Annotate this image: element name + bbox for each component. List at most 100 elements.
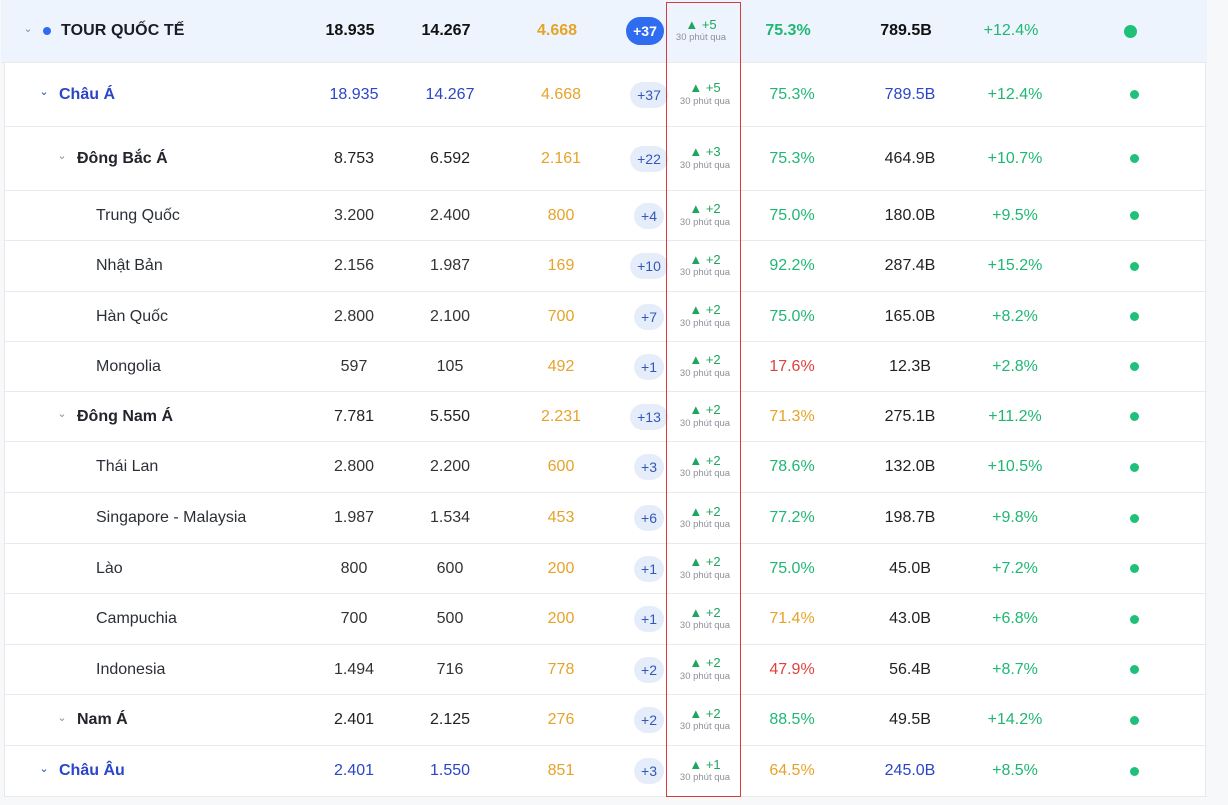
delta-badge: +2 bbox=[634, 656, 664, 683]
trend-cell: ▲ +2 30 phút qua bbox=[669, 544, 741, 593]
chevron-down-icon[interactable]: ⌄ bbox=[37, 85, 51, 98]
table-row[interactable]: ⌄ Đông Nam Á 7.781 5.550 2.231 +13 ▲ +2 30 phút… bbox=[5, 392, 1207, 442]
total-value: 2.800 bbox=[333, 458, 375, 475]
occupancy-rate: 75.0% bbox=[769, 559, 815, 577]
table-row[interactable]: Hàn Quốc 2.800 2.100 700 +7 ▲ +2 30 phút qua 75… bbox=[5, 292, 1207, 342]
status-cell bbox=[1115, 241, 1153, 291]
chevron-down-icon[interactable]: ⌄ bbox=[55, 149, 69, 162]
remaining-value: 778 bbox=[547, 660, 575, 678]
total-value: 7.781 bbox=[333, 407, 375, 425]
revenue-value-cell: 287.4B bbox=[859, 241, 961, 291]
region-name: Lào bbox=[96, 559, 123, 577]
occupancy-rate: 64.5% bbox=[769, 762, 815, 779]
table-row[interactable]: Lào 800 600 200 +1 ▲ +2 30 phút qua 75.0% 45.0B +… bbox=[5, 544, 1207, 594]
revenue-value: 165.0B bbox=[884, 307, 936, 325]
trend-indicator: ▲ +3 30 phút qua bbox=[677, 145, 733, 171]
booked-value: 2.400 bbox=[429, 206, 471, 224]
table-row[interactable]: ⌄ Châu Á 18.935 14.267 4.668 +37 ▲ +5 30 phút q… bbox=[5, 63, 1207, 127]
delta-cell: +6 bbox=[623, 493, 675, 543]
trend-indicator: ▲ +1 30 phút qua bbox=[677, 757, 733, 784]
occupancy-rate: 75.3% bbox=[765, 22, 811, 39]
trend-timeframe: 30 phút qua bbox=[679, 772, 731, 784]
total-value: 2.401 bbox=[333, 762, 375, 779]
region-name-cell: ⌄ Nam Á bbox=[55, 695, 127, 745]
trend-cell: ▲ +2 30 phút qua bbox=[669, 292, 741, 341]
table-row[interactable]: Mongolia 597 105 492 +1 ▲ +2 30 phút qua 17.6% 1… bbox=[5, 342, 1207, 392]
occupancy-rate: 71.3% bbox=[769, 407, 815, 425]
table-row[interactable]: Trung Quốc 3.200 2.400 800 +4 ▲ +2 30 phút qua… bbox=[5, 191, 1207, 241]
delta-cell: +3 bbox=[623, 442, 675, 492]
status-dot-icon bbox=[1129, 614, 1139, 624]
table-row[interactable]: Singapore - Malaysia 1.987 1.534 453 +6 ▲ +2 3… bbox=[5, 493, 1207, 544]
table-row[interactable]: Thái Lan 2.800 2.200 600 +3 ▲ +2 30 phút qua 78… bbox=[5, 442, 1207, 493]
chevron-down-icon[interactable]: ⌄ bbox=[37, 762, 51, 775]
trend-cell: ▲ +1 30 phút qua bbox=[669, 746, 741, 796]
delta-badge: +4 bbox=[634, 202, 664, 229]
booked-value: 14.267 bbox=[421, 22, 471, 39]
revenue-value: 464.9B bbox=[884, 149, 936, 167]
total-value-cell: 3.200 bbox=[305, 191, 403, 240]
revenue-value-cell: 12.3B bbox=[859, 342, 961, 391]
status-dot-icon bbox=[1129, 261, 1139, 271]
trend-cell: ▲ +2 30 phút qua bbox=[669, 594, 741, 644]
revenue-value-cell: 198.7B bbox=[859, 493, 961, 543]
status-cell bbox=[1115, 63, 1153, 126]
table-row[interactable]: Nhật Bản 2.156 1.987 169 +10 ▲ +2 30 phút qua 9… bbox=[5, 241, 1207, 292]
trend-cell: ▲ +2 30 phút qua bbox=[669, 493, 741, 543]
revenue-value-cell: 245.0B bbox=[859, 746, 961, 796]
region-name: Mongolia bbox=[96, 357, 161, 375]
occupancy-rate: 92.2% bbox=[769, 257, 815, 274]
region-name-cell: Thái Lan bbox=[96, 442, 158, 492]
trend-cell: ▲ +5 30 phút qua bbox=[669, 63, 741, 126]
region-name: Châu Âu bbox=[59, 762, 125, 779]
trend-up-value: ▲ +2 bbox=[689, 302, 721, 318]
trend-indicator: ▲ +2 30 phút qua bbox=[677, 452, 733, 480]
occupancy-rate: 75.3% bbox=[769, 85, 815, 103]
revenue-value-cell: 56.4B bbox=[859, 645, 961, 694]
remaining-value-cell: 4.668 bbox=[509, 63, 613, 126]
delta-cell: +37 bbox=[619, 0, 671, 62]
revenue-value-cell: 132.0B bbox=[859, 442, 961, 492]
trend-timeframe: 30 phút qua bbox=[679, 620, 731, 632]
total-value-cell: 18.935 bbox=[305, 63, 403, 126]
trend-cell: ▲ +2 30 phút qua bbox=[669, 392, 741, 441]
remaining-value-cell: 600 bbox=[509, 442, 613, 492]
region-name: Trung Quốc bbox=[96, 206, 180, 224]
region-name: TOUR QUỐC TẾ bbox=[61, 22, 185, 39]
table-row[interactable]: ⌄ TOUR QUỐC TẾ 18.935 14.267 4.668 +37 ▲ +5 30 … bbox=[1, 0, 1207, 63]
chevron-down-icon[interactable]: ⌄ bbox=[55, 407, 69, 420]
status-cell bbox=[1111, 0, 1149, 62]
trend-up-value: ▲ +2 bbox=[689, 655, 721, 671]
status-cell bbox=[1115, 594, 1153, 644]
region-name-cell: ⌄ Đông Bắc Á bbox=[55, 127, 167, 190]
occupancy-rate: 88.5% bbox=[769, 711, 815, 728]
trend-timeframe: 30 phút qua bbox=[679, 670, 731, 682]
delta-cell: +4 bbox=[623, 191, 675, 240]
chevron-down-icon[interactable]: ⌄ bbox=[55, 711, 69, 724]
total-value-cell: 2.156 bbox=[305, 241, 403, 291]
trend-up-value: ▲ +2 bbox=[689, 452, 721, 468]
occupancy-rate-cell: 75.0% bbox=[747, 191, 837, 240]
status-cell bbox=[1115, 493, 1153, 543]
table-row[interactable]: Indonesia 1.494 716 778 +2 ▲ +2 30 phút qua 47.… bbox=[5, 645, 1207, 695]
booked-value: 1.550 bbox=[429, 762, 471, 779]
remaining-value: 851 bbox=[547, 762, 575, 779]
trend-timeframe: 30 phút qua bbox=[679, 468, 731, 480]
remaining-value-cell: 778 bbox=[509, 645, 613, 694]
delta-badge: +1 bbox=[634, 353, 664, 380]
table-row[interactable]: ⌄ Châu Âu 2.401 1.550 851 +3 ▲ +1 30 phút qua 64… bbox=[5, 746, 1207, 797]
trend-timeframe: 30 phút qua bbox=[679, 317, 731, 329]
region-name-cell: ⌄ TOUR QUỐC TẾ bbox=[21, 0, 185, 62]
growth-value: +6.8% bbox=[992, 610, 1038, 627]
total-value-cell: 2.800 bbox=[305, 292, 403, 341]
occupancy-rate-cell: 78.6% bbox=[747, 442, 837, 492]
chevron-down-icon[interactable]: ⌄ bbox=[21, 22, 35, 35]
table-row[interactable]: ⌄ Nam Á 2.401 2.125 276 +2 ▲ +2 30 phút qua 88.5… bbox=[5, 695, 1207, 746]
trend-indicator: ▲ +5 30 phút qua bbox=[673, 17, 729, 44]
table-row[interactable]: ⌄ Đông Bắc Á 8.753 6.592 2.161 +22 ▲ +3 30 phút… bbox=[5, 127, 1207, 191]
trend-timeframe: 30 phút qua bbox=[679, 267, 731, 279]
trend-up-value: ▲ +2 bbox=[689, 201, 721, 217]
revenue-value-cell: 43.0B bbox=[859, 594, 961, 644]
table-row[interactable]: Campuchia 700 500 200 +1 ▲ +2 30 phút qua 71.4%… bbox=[5, 594, 1207, 645]
trend-indicator: ▲ +2 30 phút qua bbox=[677, 252, 733, 279]
